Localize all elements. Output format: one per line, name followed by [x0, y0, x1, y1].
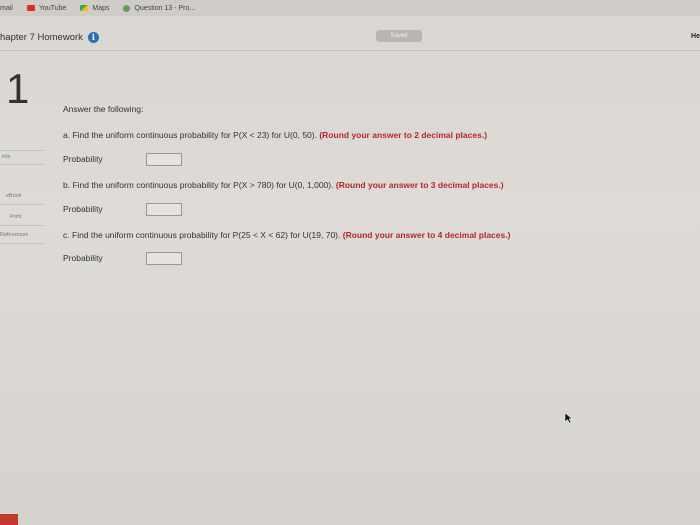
- part-c-answer-input[interactable]: [146, 252, 182, 265]
- bookmark-label-mail: mail: [0, 4, 13, 12]
- part-a-probability-label: Probability: [63, 154, 103, 164]
- print-link[interactable]: Print: [10, 214, 54, 220]
- part-a-prefix: a.: [63, 130, 71, 140]
- references-link[interactable]: References: [0, 232, 44, 238]
- sidebar-divider: [0, 164, 44, 165]
- help-link[interactable]: He: [691, 33, 700, 40]
- part-b-probability-label: Probability: [63, 204, 103, 214]
- part-a-text: Find the uniform continuous probability …: [72, 130, 317, 140]
- assignment-header: hapter 7 Homework i Saved He: [0, 26, 700, 48]
- part-b-instruction: (Round your answer to 3 decimal places.): [335, 180, 504, 190]
- question-intro: Answer the following:: [63, 104, 144, 114]
- bookmark-label-youtube: YouTube: [38, 4, 67, 12]
- bookmark-youtube[interactable]: YouTube: [26, 4, 67, 12]
- maps-icon: [80, 5, 89, 11]
- bottom-status-block: [0, 514, 18, 525]
- assignment-title: hapter 7 Homework: [0, 31, 83, 43]
- sidebar-divider: [0, 204, 44, 205]
- saved-status-badge: Saved: [376, 30, 422, 42]
- mouse-cursor-icon: [564, 412, 573, 424]
- part-b-text: Find the uniform continuous probability …: [72, 180, 334, 190]
- points-label: ints: [2, 154, 11, 160]
- ebook-link[interactable]: eBook: [6, 193, 50, 199]
- bookmark-label-maps: Maps: [92, 4, 110, 12]
- part-a-answer-input[interactable]: [146, 153, 182, 166]
- part-c-prefix: c.: [63, 230, 70, 240]
- bookmarks-bar: mail YouTube Maps Question 13 - Pro...: [0, 0, 700, 16]
- part-b-prompt: b. Find the uniform continuous probabili…: [63, 180, 504, 190]
- bookmark-maps[interactable]: Maps: [80, 5, 109, 12]
- sidebar-divider: [0, 225, 44, 226]
- bookmark-mail[interactable]: mail: [0, 5, 13, 12]
- info-icon[interactable]: i: [87, 31, 99, 43]
- question-number: 1: [6, 65, 30, 112]
- part-a-instruction: (Round your answer to 2 decimal places.): [319, 130, 488, 140]
- part-b-prefix: b.: [63, 180, 71, 190]
- part-a-prompt: a. Find the uniform continuous probabili…: [63, 130, 487, 140]
- bookmark-question[interactable]: Question 13 - Pro...: [123, 4, 196, 12]
- sidebar-divider: [0, 150, 44, 151]
- part-c-probability-label: Probability: [63, 253, 103, 263]
- site-icon: [123, 4, 131, 12]
- youtube-icon: [26, 5, 35, 11]
- part-c-prompt: c. Find the uniform continuous probabili…: [63, 230, 510, 240]
- part-c-text: Find the uniform continuous probability …: [72, 230, 341, 240]
- sidebar-divider: [0, 243, 44, 244]
- part-b-answer-input[interactable]: [146, 203, 182, 216]
- bookmark-label-question: Question 13 - Pro...: [134, 4, 196, 12]
- header-divider: [0, 50, 700, 51]
- part-c-instruction: (Round your answer to 4 decimal places.): [342, 230, 511, 240]
